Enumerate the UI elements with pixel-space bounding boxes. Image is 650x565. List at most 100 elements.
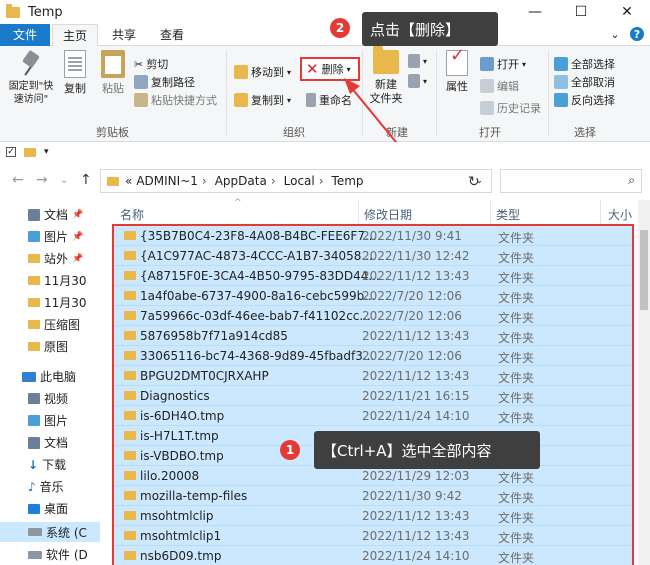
sidebar-item-this-pc[interactable]: 此电脑 — [22, 368, 76, 385]
folder-icon — [28, 342, 40, 351]
sidebar-item-downloads[interactable]: ↓ 下载 — [28, 456, 66, 473]
file-name: msohtmlclip1 — [140, 529, 222, 543]
file-type: 文件夹 — [498, 251, 535, 265]
sidebar-item-documents-pc[interactable]: 文档 — [28, 434, 68, 451]
breadcrumb-appdata[interactable]: AppData — [215, 174, 267, 188]
column-type[interactable]: 类型 — [496, 206, 520, 223]
forward-icon[interactable]: → — [36, 172, 48, 188]
file-row[interactable]: {A8715F0E-3CA4-4B50-9795-83DD44... 2022/1… — [114, 266, 632, 286]
file-row[interactable]: lilo.20008 2022/11/29 12:03 文件夹 — [114, 466, 632, 486]
file-type: 文件夹 — [498, 471, 535, 485]
folder-icon — [124, 471, 136, 480]
breadcrumb-local[interactable]: Local — [284, 174, 315, 188]
file-row[interactable]: 1a4f0abe-6737-4900-8a16-cebc599b... 2022/… — [114, 286, 632, 306]
sidebar-item-compressed[interactable]: 压缩图 — [28, 316, 80, 333]
file-list: {35B7B0C4-23F8-4A08-B4BC-FEE6F7... 2022/1… — [112, 224, 634, 565]
file-row[interactable]: Diagnostics 2022/11/21 16:15 文件夹 — [114, 386, 632, 406]
file-name: BPGU2DMT0CJRXAHP — [140, 369, 269, 383]
address-bar[interactable]: « ADMINI~1 › AppData › Local › Temp ⌄ — [100, 169, 492, 193]
sidebar-item-documents[interactable]: 文档 📌 — [28, 206, 83, 223]
drive-icon — [28, 528, 42, 536]
pin-icon: 📌 — [72, 253, 84, 264]
sidebar-item-nov30-a[interactable]: 11月30 — [28, 272, 87, 289]
sidebar-item-music[interactable]: ♪ 音乐 — [28, 478, 64, 495]
file-row[interactable]: is-6DH4O.tmp 2022/11/24 14:10 文件夹 — [114, 406, 632, 426]
breadcrumb-temp[interactable]: Temp — [332, 174, 364, 188]
desktop-icon — [28, 503, 40, 514]
documents-icon — [28, 436, 40, 449]
customize-toolbar-icon[interactable]: ▾ — [44, 147, 49, 157]
search-icon: ⌕ — [628, 173, 635, 187]
vertical-scrollbar[interactable] — [638, 200, 650, 565]
sidebar-item-software-d[interactable]: 软件 (D — [28, 546, 88, 563]
sidebar-item-system-c[interactable]: 系统 (C — [0, 522, 100, 542]
file-row[interactable]: nsb6D09.tmp 2022/11/24 14:10 文件夹 — [114, 546, 632, 565]
refresh-icon[interactable]: ↻ — [468, 174, 480, 190]
breadcrumb-admini[interactable]: ADMINI~1 — [136, 174, 198, 188]
documents-icon — [28, 208, 40, 221]
file-name: {A1C977AC-4873-4CCC-A1B7-34058... — [140, 249, 373, 263]
file-date: 2022/11/12 13:43 — [362, 509, 470, 523]
checkbox-icon[interactable]: ✓ — [6, 147, 16, 157]
file-row[interactable]: mozilla-temp-files 2022/11/30 9:42 文件夹 — [114, 486, 632, 506]
back-icon[interactable]: ← — [12, 172, 24, 188]
folder-icon — [124, 371, 136, 380]
file-row[interactable]: msohtmlclip 2022/11/12 13:43 文件夹 — [114, 506, 632, 526]
pin-icon: 📌 — [72, 231, 84, 242]
file-row[interactable]: {A1C977AC-4873-4CCC-A1B7-34058... 2022/11… — [114, 246, 632, 266]
file-date: 2022/11/30 9:42 — [362, 489, 462, 503]
sidebar-item-desktop[interactable]: 桌面 — [28, 500, 68, 517]
folder-icon — [28, 254, 40, 263]
sidebar-item-pictures-pc[interactable]: 图片 — [28, 412, 68, 429]
navigation-pane: 文档 📌 图片 📌 站外 📌 11月30 11月30 压缩图 原图 此电脑 视频 图片… — [0, 200, 100, 565]
file-row[interactable]: {35B7B0C4-23F8-4A08-B4BC-FEE6F7... 2022/1… — [114, 226, 632, 246]
search-input[interactable]: ⌕ — [500, 169, 642, 193]
folder-icon — [124, 411, 136, 420]
folder-icon — [28, 276, 40, 285]
file-type: 文件夹 — [498, 271, 535, 285]
file-type: 文件夹 — [498, 291, 535, 305]
sidebar-item-pictures[interactable]: 图片 📌 — [28, 228, 83, 245]
drive-icon — [28, 550, 42, 559]
sidebar-item-nov30-b[interactable]: 11月30 — [28, 294, 87, 311]
file-type: 文件夹 — [498, 331, 535, 345]
scrollbar-thumb[interactable] — [640, 230, 648, 310]
file-type: 文件夹 — [498, 231, 535, 245]
breadcrumb-overflow[interactable]: « — [125, 174, 132, 188]
videos-icon — [28, 393, 40, 404]
column-headers: 名称 ^ 修改日期 类型 大小 — [100, 198, 640, 224]
file-date: 2022/11/24 14:10 — [362, 409, 470, 423]
file-name: {A8715F0E-3CA4-4B50-9795-83DD44... — [140, 269, 380, 283]
file-name: 1a4f0abe-6737-4900-8a16-cebc599b... — [140, 289, 376, 303]
file-name: is-H7L1T.tmp — [140, 429, 219, 443]
step1-badge: 1 — [280, 440, 300, 460]
file-name: nsb6D09.tmp — [140, 549, 222, 563]
folder-icon — [124, 451, 136, 460]
up-icon[interactable]: ↑ — [80, 172, 92, 188]
file-row[interactable]: msohtmlclip1 2022/11/12 13:43 文件夹 — [114, 526, 632, 546]
file-type: 文件夹 — [498, 411, 535, 425]
pin-icon: 📌 — [72, 209, 84, 220]
sidebar-item-original[interactable]: 原图 — [28, 338, 68, 355]
file-date: 2022/11/24 14:10 — [362, 549, 470, 563]
file-row[interactable]: BPGU2DMT0CJRXAHP 2022/11/12 13:43 文件夹 — [114, 366, 632, 386]
file-row[interactable]: 7a59966c-03df-46ee-bab7-f41102cc... 2022/… — [114, 306, 632, 326]
column-date[interactable]: 修改日期 — [364, 206, 412, 223]
file-name: is-6DH4O.tmp — [140, 409, 225, 423]
file-type: 文件夹 — [498, 311, 535, 325]
column-size[interactable]: 大小 — [608, 206, 632, 223]
file-row[interactable]: 33065116-bc74-4368-9d89-45fbadf3... 2022/… — [114, 346, 632, 366]
folder-icon — [124, 271, 136, 280]
file-type: 文件夹 — [498, 531, 535, 545]
file-name: is-VBDBO.tmp — [140, 449, 224, 463]
sidebar-item-videos[interactable]: 视频 — [28, 390, 68, 407]
music-icon: ♪ — [28, 479, 36, 494]
file-row[interactable]: 5876958b7f71a914cd85 2022/11/12 13:43 文件夹 — [114, 326, 632, 346]
downloads-icon: ↓ — [28, 457, 39, 472]
column-name[interactable]: 名称 — [120, 206, 144, 223]
sidebar-item-zhanwai[interactable]: 站外 📌 — [28, 250, 83, 267]
file-type: 文件夹 — [498, 511, 535, 525]
file-date: 2022/11/30 9:41 — [362, 229, 462, 243]
file-date: 2022/11/30 12:42 — [362, 249, 470, 263]
recent-locations-icon[interactable]: ⌄ — [60, 175, 68, 186]
